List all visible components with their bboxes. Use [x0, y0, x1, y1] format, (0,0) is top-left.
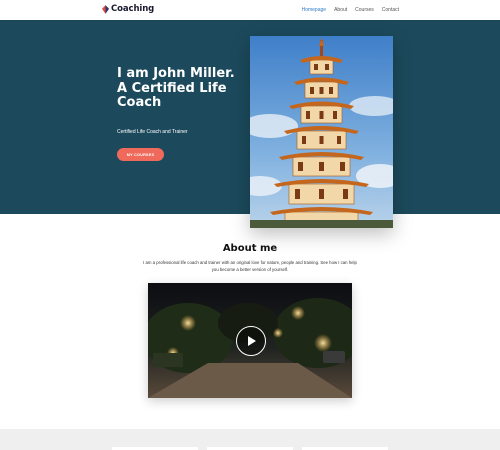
hero-subtitle: Certified Life Coach and Trainer	[117, 129, 188, 135]
logo-icon	[102, 4, 109, 14]
logo-text: Coaching	[111, 4, 155, 14]
hero-title: I am John Miller. A Certified Life Coach	[117, 66, 235, 110]
site-header: Coaching Homepage About Courses Contact	[0, 0, 500, 20]
nav-homepage[interactable]: Homepage	[302, 7, 326, 13]
about-title: About me	[222, 243, 278, 254]
my-courses-button[interactable]: MY COURSES	[117, 148, 164, 161]
play-icon	[248, 336, 256, 346]
logo[interactable]: Coaching	[102, 4, 154, 14]
nav-contact[interactable]: Contact	[382, 7, 399, 13]
nav-courses[interactable]: Courses	[355, 7, 374, 13]
nav-about[interactable]: About	[334, 7, 347, 13]
main-nav: Homepage About Courses Contact	[302, 7, 399, 13]
video-player[interactable]	[148, 283, 352, 398]
play-button[interactable]	[236, 326, 266, 356]
about-text: I am a professional life coach and train…	[143, 260, 357, 272]
pagoda-image	[250, 36, 393, 228]
pagoda-illustration	[250, 36, 393, 228]
page: Coaching Homepage About Courses Contact …	[0, 0, 500, 450]
